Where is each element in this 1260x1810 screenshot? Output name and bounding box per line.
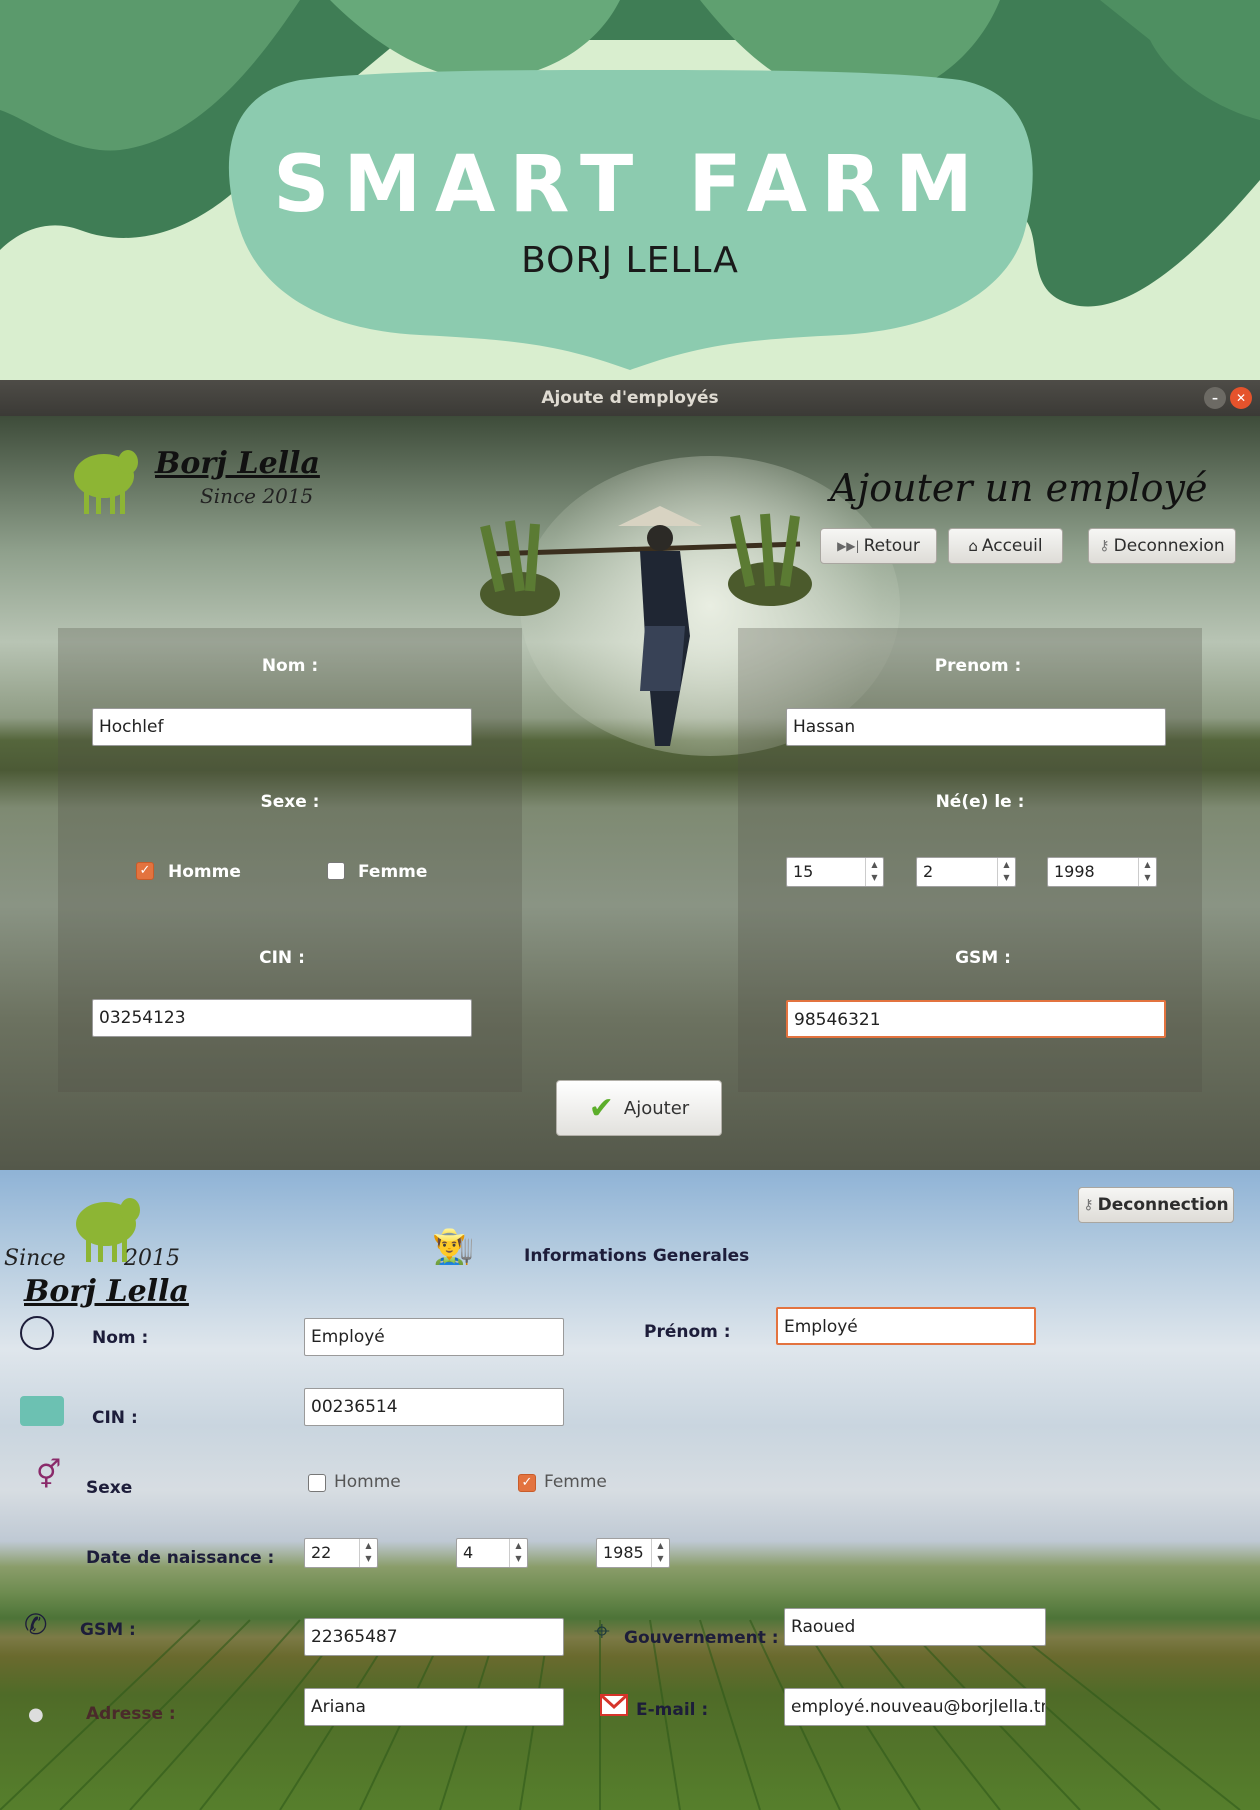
prenom-label: Prenom : [934,656,1022,676]
gouvernement-label: Gouvernement : [624,1628,779,1648]
location-pin-icon: ⌖ [594,1614,610,1647]
prenom-label: Prénom : [644,1322,731,1342]
cin-label: CIN : [92,1408,138,1428]
homme-checkbox[interactable]: ✓ [136,862,154,880]
close-icon[interactable]: ✕ [1230,387,1252,409]
birth-month-spinner[interactable]: 2 ▲ ▼ [916,857,1016,887]
spinner-arrows-icon[interactable]: ▲ ▼ [509,1539,527,1567]
dob-month-spinner[interactable]: 4 ▲ ▼ [456,1538,528,1568]
key-icon: ⚷ [1083,1197,1094,1213]
deconnexion-button[interactable]: ⚷ Deconnexion [1088,528,1236,564]
sheep-logo-icon [74,450,138,514]
dob-day-value: 22 [311,1543,332,1562]
retour-button[interactable]: ▶▶| Retour [820,528,937,564]
sexe-label: Sexe [86,1478,133,1498]
homme-label: Homme [334,1472,401,1492]
brand-since: Since 2015 [200,484,314,508]
adresse-label: Adresse : [86,1704,176,1724]
gender-icon: ⚥ [36,1458,62,1491]
gsm-label: GSM : [955,948,1011,968]
home-icon: ⌂ [968,537,978,555]
prenom-field[interactable]: Hassan [786,708,1166,746]
banner-title: SMART FARM [273,140,987,230]
birth-day-spinner[interactable]: 15 ▲ ▼ [786,857,884,887]
dob-year-value: 1985 [603,1543,644,1562]
email-label: E-mail : [636,1700,709,1720]
cin-label: CIN : [259,948,305,968]
window-titlebar[interactable]: Ajoute d'employés – ✕ [0,380,1260,416]
acceuil-button[interactable]: ⌂ Acceuil [948,528,1063,564]
deconnexion-label: Deconnexion [1113,536,1225,556]
id-card-icon [20,1396,64,1426]
phone-icon: ✆ [24,1608,48,1641]
gsm-field[interactable]: 22365487 [304,1618,564,1656]
birth-year-spinner[interactable]: 1998 ▲ ▼ [1047,857,1157,887]
deconnection-label: Deconnection [1097,1195,1229,1215]
ne-le-label: Né(e) le : [935,792,1025,812]
minimize-icon[interactable]: – [1204,387,1226,409]
banner: SMART FARM BORJ LELLA [0,0,1260,380]
sexe-label: Sexe : [260,792,320,812]
spinner-arrows-icon[interactable]: ▲ ▼ [997,858,1015,886]
spinner-arrows-icon[interactable]: ▲ ▼ [865,858,883,886]
birth-month-value: 2 [923,862,934,881]
adresse-field[interactable]: Ariana [304,1688,564,1726]
fast-forward-icon: ▶▶| [837,539,860,553]
dob-year-spinner[interactable]: 1985 ▲ ▼ [596,1538,670,1568]
nom-field[interactable]: Employé [304,1318,564,1356]
nom-field[interactable]: Hochlef [92,708,472,746]
brand-name: Borj Lella [155,446,320,481]
homme-label: Homme [168,862,241,882]
checkmark-icon: ✔ [588,1090,614,1126]
cin-field[interactable]: 03254123 [92,999,472,1037]
brand-since-right: 2015 [124,1246,180,1271]
ajouter-button[interactable]: ✔ Ajouter [556,1080,722,1136]
femme-checkbox[interactable] [327,862,345,880]
window-title: Ajoute d'employés [541,388,719,408]
home-address-icon: ● [28,1704,44,1725]
section-title: Informations Generales [524,1246,750,1266]
acceuil-label: Acceuil [981,536,1043,556]
homme-checkbox[interactable] [308,1474,326,1492]
birth-year-value: 1998 [1054,862,1095,881]
dob-day-spinner[interactable]: 22 ▲ ▼ [304,1538,378,1568]
dob-month-value: 4 [463,1543,474,1562]
user-icon [20,1316,54,1350]
nom-label: Nom : [261,656,319,676]
femme-label: Femme [358,862,428,882]
gouvernement-field[interactable]: Raoued [784,1608,1046,1646]
ajouter-label: Ajouter [623,1097,690,1119]
key-icon: ⚷ [1099,538,1110,554]
birth-day-value: 15 [793,862,814,881]
employee-info-window: ⚷ Deconnection Since 2015 Borj Lella 👨‍🌾… [0,1170,1260,1810]
email-icon [600,1694,628,1716]
brand-name: Borj Lella [24,1274,189,1309]
banner-subtitle: BORJ LELLA [521,240,739,281]
femme-checkbox[interactable]: ✓ [518,1474,536,1492]
deconnection-button[interactable]: ⚷ Deconnection [1078,1187,1234,1223]
brand-since-left: Since [4,1246,66,1271]
email-field[interactable]: employé.nouveau@borjlella.tn [784,1688,1046,1726]
spinner-arrows-icon[interactable]: ▲ ▼ [1138,858,1156,886]
retour-label: Retour [863,536,920,556]
dob-label: Date de naissance : [86,1548,275,1568]
gsm-field[interactable]: 98546321 [786,1000,1166,1038]
spinner-arrows-icon[interactable]: ▲ ▼ [359,1539,377,1567]
nom-label: Nom : [92,1328,149,1348]
spinner-arrows-icon[interactable]: ▲ ▼ [651,1539,669,1567]
add-employee-window: Ajoute d'employés – ✕ Borj Lella Since 2… [0,380,1260,1170]
femme-label: Femme [544,1472,607,1492]
gsm-label: GSM : [80,1620,136,1640]
page-heading: Ajouter un employé [830,466,1208,510]
cin-field[interactable]: 00236514 [304,1388,564,1426]
prenom-field[interactable]: Employé [776,1307,1036,1345]
farmer-avatar-icon: 👨‍🌾 [432,1227,475,1267]
